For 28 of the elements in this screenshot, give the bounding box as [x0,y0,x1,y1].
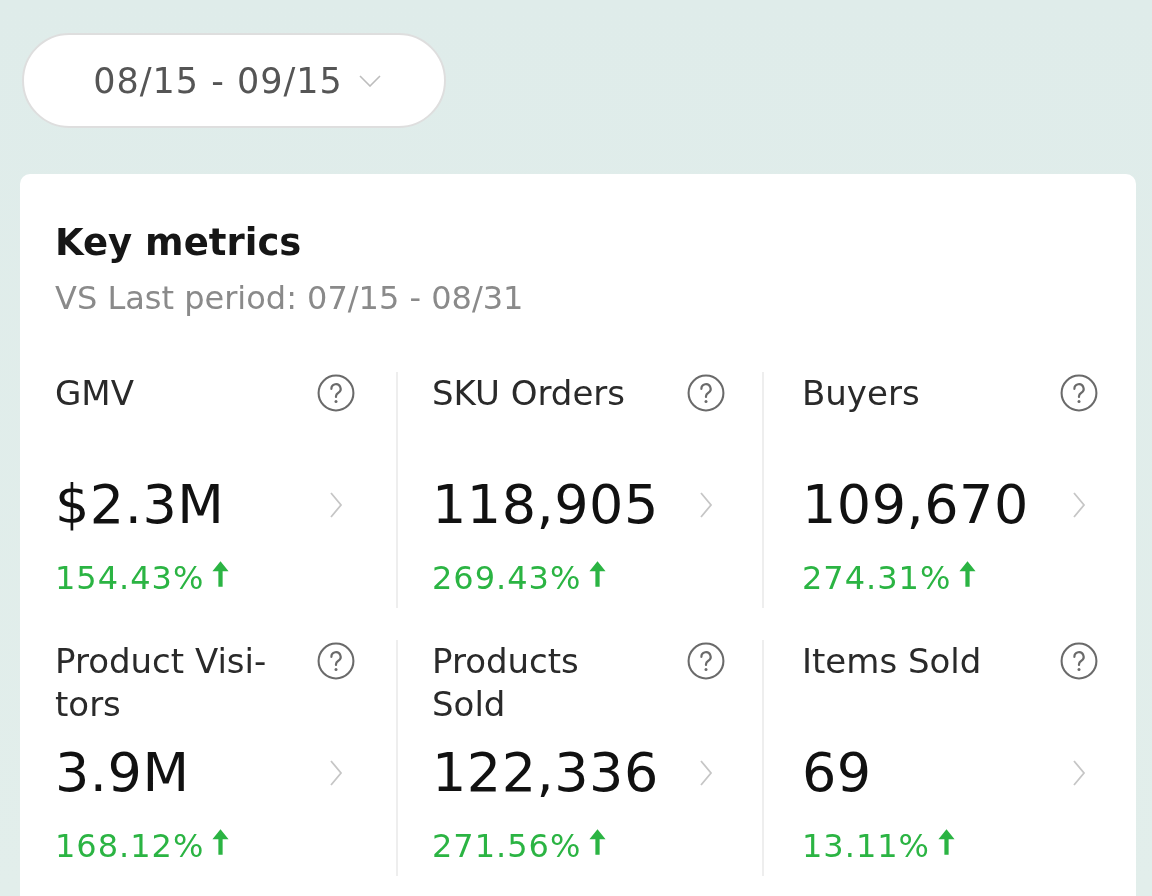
help-icon[interactable] [317,642,355,680]
metric-label: Items Sold [802,640,983,683]
change-percentage: 271.56% [432,826,582,866]
change-percentage: 168.12% [55,826,205,866]
change-percentage: 154.43% [55,558,205,598]
help-icon[interactable] [317,374,355,412]
metric-value: 118,905 [432,473,659,537]
card-title: Key metrics [55,221,303,265]
metric-value: 109,670 [802,473,1029,537]
metric-label: SKU Orders [432,372,626,415]
metric-value: 122,336 [432,741,659,805]
help-icon[interactable] [1060,642,1098,680]
help-icon[interactable] [687,374,725,412]
metric-label: GMV [55,372,135,415]
metric-label: Buyers [802,372,921,415]
metric-value: $2.3M [55,473,225,537]
help-icon[interactable] [687,642,725,680]
caret-down-icon [358,74,381,87]
help-icon[interactable] [1060,374,1098,412]
change-percentage: 269.43% [432,558,582,598]
metric-value: 3.9M [55,741,190,805]
metric-label: Products Sold [432,640,580,726]
comparison-period: VS Last period: 07/15 - 08/31 [55,278,525,318]
metric-label: Product Visi-tors [55,640,268,726]
change-percentage: 13.11% [802,826,930,866]
date-range-select[interactable]: 08/15 - 09/15 [22,33,446,128]
metric-value: 69 [802,741,872,805]
change-percentage: 274.31% [802,558,952,598]
